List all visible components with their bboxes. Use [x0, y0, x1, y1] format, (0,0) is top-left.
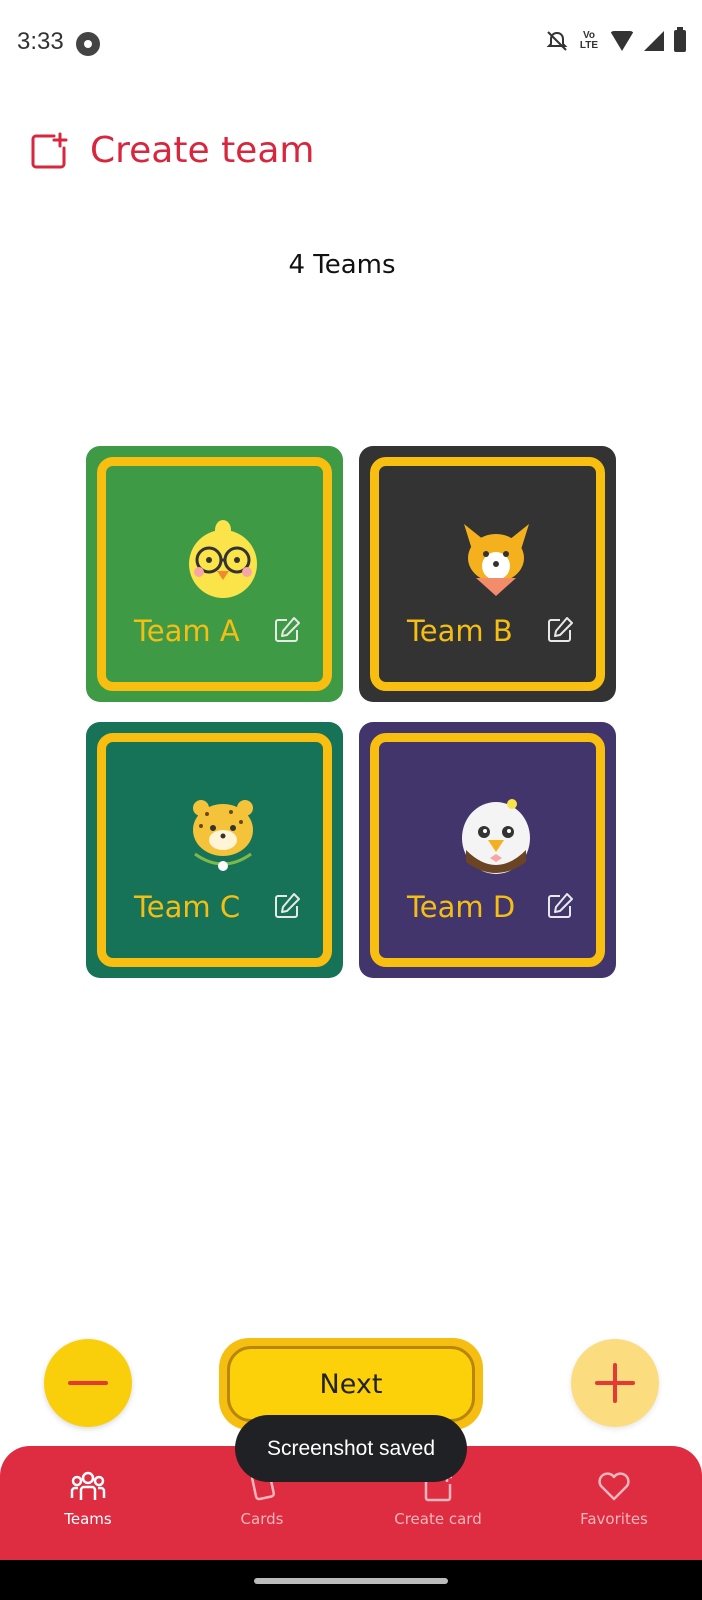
team-card-frame: Team C: [97, 733, 332, 967]
leopard-icon: [193, 800, 253, 871]
team-card-d[interactable]: Team D: [359, 722, 616, 978]
edit-icon[interactable]: [546, 892, 574, 920]
heart-icon: [598, 1472, 630, 1501]
wifi-icon: [610, 31, 634, 51]
battery-icon: [674, 27, 686, 52]
teams-count: 4 Teams: [288, 250, 396, 280]
gesture-bar: [0, 1560, 702, 1600]
nav-label: Favorites: [580, 1510, 648, 1528]
team-name-label: Team D: [407, 890, 516, 924]
volte-icon: Vo LTE: [579, 30, 599, 51]
team-card-b[interactable]: Team B: [359, 446, 616, 702]
signal-icon: [644, 31, 664, 51]
add-box-icon: [31, 132, 68, 168]
nav-item-favorites[interactable]: Favorites: [544, 1470, 684, 1528]
team-grid: Team A Team B Team C Team D: [86, 446, 616, 978]
team-card-frame: Team D: [370, 733, 605, 967]
next-button-label: Next: [319, 1368, 383, 1400]
team-card-frame: Team B: [370, 457, 605, 691]
nav-item-teams[interactable]: Teams: [18, 1470, 158, 1528]
team-name-label: Team A: [134, 614, 240, 648]
toast: Screenshot saved: [235, 1415, 467, 1482]
status-bar: 3:33 Vo LTE: [0, 0, 702, 86]
team-name-label: Team C: [134, 890, 241, 924]
status-time: 3:33: [17, 28, 64, 55]
bell-off-icon: [546, 30, 568, 52]
teams-icon: [70, 1471, 106, 1500]
next-button-inner: Next: [227, 1346, 475, 1422]
nav-label: Teams: [64, 1510, 112, 1528]
page-title: Create team: [90, 130, 315, 171]
team-card-c[interactable]: Team C: [86, 722, 343, 978]
nav-label: Create card: [394, 1510, 482, 1528]
plus-button[interactable]: [571, 1339, 659, 1427]
status-icons: Vo LTE: [546, 27, 686, 52]
corgi-icon: [464, 524, 529, 596]
eagle-icon: [462, 799, 530, 874]
home-indicator[interactable]: [254, 1578, 448, 1584]
edit-icon[interactable]: [273, 892, 301, 920]
team-name-label: Team B: [407, 614, 513, 648]
team-card-a[interactable]: Team A: [86, 446, 343, 702]
team-card-frame: Team A: [97, 457, 332, 691]
minus-button[interactable]: [44, 1339, 132, 1427]
create-team-header[interactable]: Create team: [30, 130, 314, 171]
chick-with-glasses-icon: [189, 520, 257, 598]
toast-text: Screenshot saved: [266, 1436, 436, 1460]
nav-label: Cards: [240, 1510, 284, 1528]
edit-icon[interactable]: [273, 616, 301, 644]
settings-icon: [76, 32, 100, 56]
edit-icon[interactable]: [546, 616, 574, 644]
